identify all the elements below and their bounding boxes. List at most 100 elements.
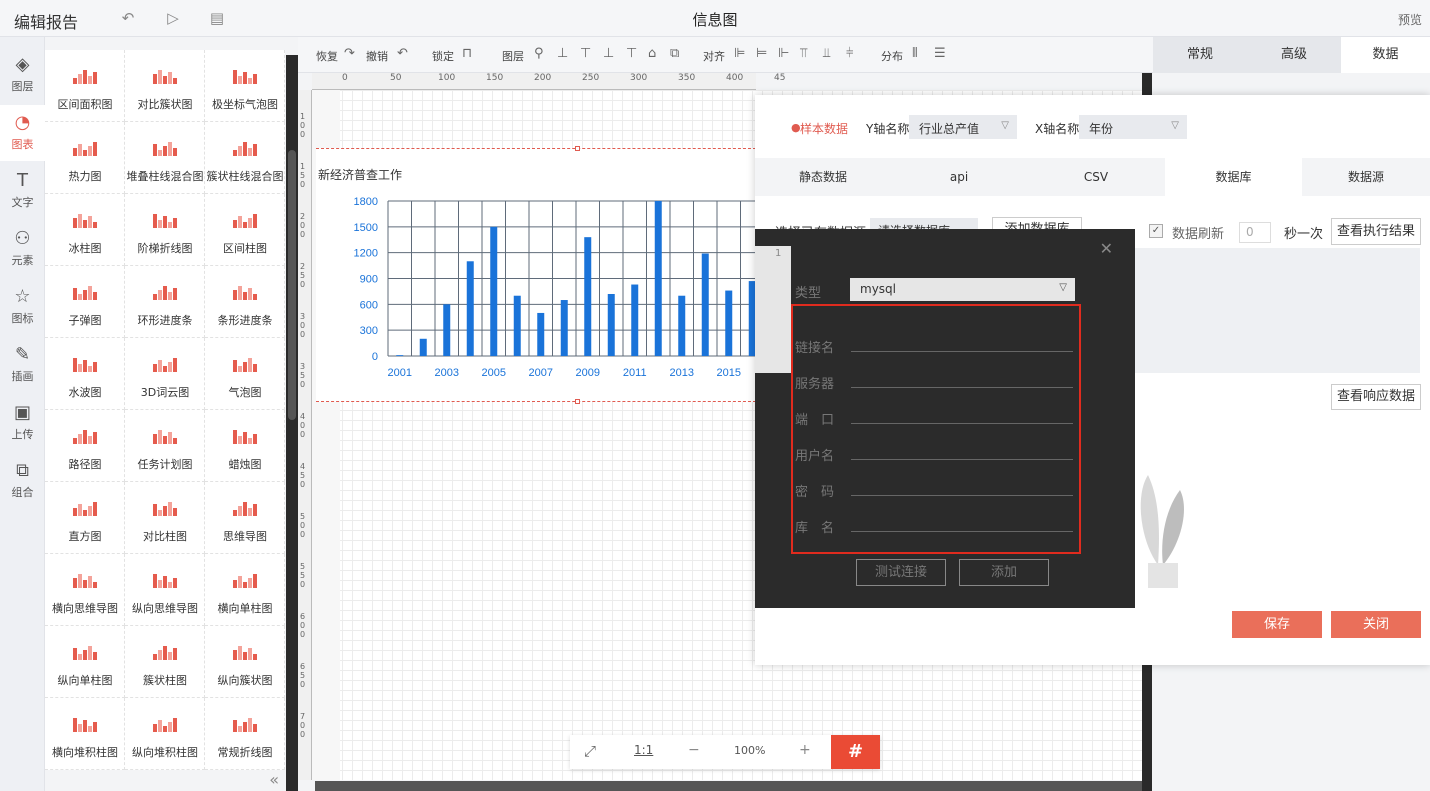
palette-item[interactable]: 思维导图 xyxy=(205,482,285,554)
save-button[interactable]: 保存 xyxy=(1232,611,1322,638)
palette-item[interactable]: 对比柱图 xyxy=(125,482,205,554)
palette-item[interactable]: 阶梯折线图 xyxy=(125,194,205,266)
distribute-v-icon[interactable]: ☰ xyxy=(934,46,946,61)
dbname-input[interactable] xyxy=(851,531,1073,532)
tab-database[interactable]: 数据库 xyxy=(1165,158,1302,196)
y-axis-select[interactable]: 行业总产值 ▽ xyxy=(909,115,1017,139)
palette-item[interactable]: 蜡烛图 xyxy=(205,410,285,482)
palette-item[interactable]: 纵向簇状图 xyxy=(205,626,285,698)
nav-item-2[interactable]: T 文字 xyxy=(0,163,45,219)
password-input[interactable] xyxy=(851,495,1073,496)
tab-advanced[interactable]: 高级 xyxy=(1247,37,1341,73)
move-up-icon[interactable]: ⊥ xyxy=(557,46,568,61)
close-icon[interactable]: ✕ xyxy=(1100,239,1113,258)
tab-api[interactable]: api xyxy=(891,158,1027,196)
palette-item[interactable]: 任务计划图 xyxy=(125,410,205,482)
tab-datasource[interactable]: 数据源 xyxy=(1302,158,1430,196)
chart-widget[interactable]: 1800 1500 1200 900 600 300 0 2001 2003 2005 2007 20… xyxy=(316,148,756,402)
layer-tree-icon[interactable]: ⚲ xyxy=(534,46,544,61)
palette-item[interactable]: 堆叠柱线混合图 xyxy=(125,122,205,194)
x-axis-select[interactable]: 年份 ▽ xyxy=(1079,115,1187,139)
align-left-icon[interactable]: ⊫ xyxy=(734,46,745,61)
tab-general[interactable]: 常规 xyxy=(1153,37,1247,73)
nav-item-7[interactable]: ⧉ 组合 xyxy=(0,453,45,509)
collapse-icon[interactable]: « xyxy=(45,770,285,791)
palette-item[interactable]: 区间面积图 xyxy=(45,50,125,122)
port-input[interactable] xyxy=(851,423,1073,424)
resize-handle-top[interactable] xyxy=(575,146,580,151)
conn-name-input[interactable] xyxy=(851,351,1073,352)
tab-csv[interactable]: CSV xyxy=(1027,158,1165,196)
undo-arrow-icon[interactable]: ↶ xyxy=(397,46,408,61)
align-middle-icon[interactable]: ⫫ xyxy=(823,46,830,61)
nav-item-1[interactable]: ◔ 图表 xyxy=(0,105,45,161)
zoom-in-button[interactable]: + xyxy=(799,742,811,758)
align-top-icon[interactable]: ⫪ xyxy=(800,46,807,61)
nav-item-5[interactable]: ✎ 插画 xyxy=(0,337,45,393)
lock-button[interactable]: 锁定 xyxy=(432,48,454,64)
palette-item[interactable]: 直方图 xyxy=(45,482,125,554)
delete-icon[interactable]: ⌂ xyxy=(648,46,656,61)
palette-item[interactable]: 对比簇状图 xyxy=(125,50,205,122)
fit-screen-icon[interactable]: ⤢ xyxy=(584,742,596,760)
align-right-icon[interactable]: ⊩ xyxy=(778,46,789,61)
palette-item[interactable]: 纵向单柱图 xyxy=(45,626,125,698)
close-button[interactable]: 关闭 xyxy=(1331,611,1421,638)
palette-scroll-thumb[interactable] xyxy=(288,150,296,420)
copy-icon[interactable]: ⧉ xyxy=(670,46,679,61)
view-exec-button[interactable]: 查看执行结果 xyxy=(1331,218,1421,245)
palette-item[interactable]: 纵向堆积柱图 xyxy=(125,698,205,770)
move-bottom-icon[interactable]: ⊤ xyxy=(626,46,637,61)
palette-item[interactable]: 横向单柱图 xyxy=(205,554,285,626)
refresh-interval-input[interactable]: 0 xyxy=(1239,222,1271,243)
nav-item-0[interactable]: ◈ 图层 xyxy=(0,47,45,103)
zoom-out-button[interactable]: − xyxy=(688,742,700,758)
nav-item-6[interactable]: ▣ 上传 xyxy=(0,395,45,451)
username-input[interactable] xyxy=(851,459,1073,460)
canvas-scrollbar[interactable] xyxy=(315,781,1142,791)
align-bottom-icon[interactable]: ⫩ xyxy=(846,46,853,61)
palette-item[interactable]: 气泡图 xyxy=(205,338,285,410)
db-type-select[interactable]: mysql ▽ xyxy=(850,278,1075,301)
palette-item[interactable]: 冰柱图 xyxy=(45,194,125,266)
palette-item[interactable]: 簇状柱图 xyxy=(125,626,205,698)
distribute-button[interactable]: 分布 xyxy=(881,48,903,64)
grid-toggle-icon[interactable]: # xyxy=(831,735,880,769)
palette-item[interactable]: 热力图 xyxy=(45,122,125,194)
nav-item-3[interactable]: ⚇ 元素 xyxy=(0,221,45,277)
add-connection-button[interactable]: 添加 xyxy=(959,559,1049,586)
move-down-icon[interactable]: ⊥ xyxy=(603,46,614,61)
palette-item[interactable]: 子弹图 xyxy=(45,266,125,338)
palette-item[interactable]: 常规折线图 xyxy=(205,698,285,770)
refresh-checkbox[interactable]: ✓ xyxy=(1149,224,1163,238)
lock-icon[interactable]: ⊓ xyxy=(462,46,472,61)
test-connection-button[interactable]: 测试连接 xyxy=(856,559,946,586)
server-input[interactable] xyxy=(851,387,1073,388)
palette-item[interactable]: 条形进度条 xyxy=(205,266,285,338)
undo-button[interactable]: 撤销 xyxy=(366,48,388,64)
nav-item-4[interactable]: ☆ 图标 xyxy=(0,279,45,335)
palette-item[interactable]: 水波图 xyxy=(45,338,125,410)
palette-item[interactable]: 环形进度条 xyxy=(125,266,205,338)
move-top-icon[interactable]: ⊤ xyxy=(580,46,591,61)
palette-item[interactable]: 路径图 xyxy=(45,410,125,482)
preview-button[interactable]: 预览 xyxy=(1398,11,1422,28)
palette-item[interactable]: 区间柱图 xyxy=(205,194,285,266)
align-center-icon[interactable]: ⊨ xyxy=(756,46,767,61)
layer-button[interactable]: 图层 xyxy=(502,48,524,64)
palette-item[interactable]: 3D词云图 xyxy=(125,338,205,410)
palette-item[interactable]: 横向思维导图 xyxy=(45,554,125,626)
palette-item[interactable]: 极坐标气泡图 xyxy=(205,50,285,122)
resize-handle-bottom[interactable] xyxy=(575,399,580,404)
palette-item[interactable]: 纵向思维导图 xyxy=(125,554,205,626)
align-button[interactable]: 对齐 xyxy=(703,48,725,64)
sample-data-link[interactable]: 样本数据 xyxy=(800,120,848,137)
view-response-button[interactable]: 查看响应数据 xyxy=(1331,384,1421,410)
actual-size-button[interactable]: 1:1 xyxy=(634,743,653,757)
tab-static-data[interactable]: 静态数据 xyxy=(755,158,891,196)
redo-button[interactable]: 恢复 xyxy=(316,48,338,64)
palette-item[interactable]: 簇状柱线混合图 xyxy=(205,122,285,194)
distribute-h-icon[interactable]: ⦀ xyxy=(912,46,918,61)
tab-data[interactable]: 数据 xyxy=(1341,37,1430,73)
redo-icon[interactable]: ↷ xyxy=(344,46,355,61)
